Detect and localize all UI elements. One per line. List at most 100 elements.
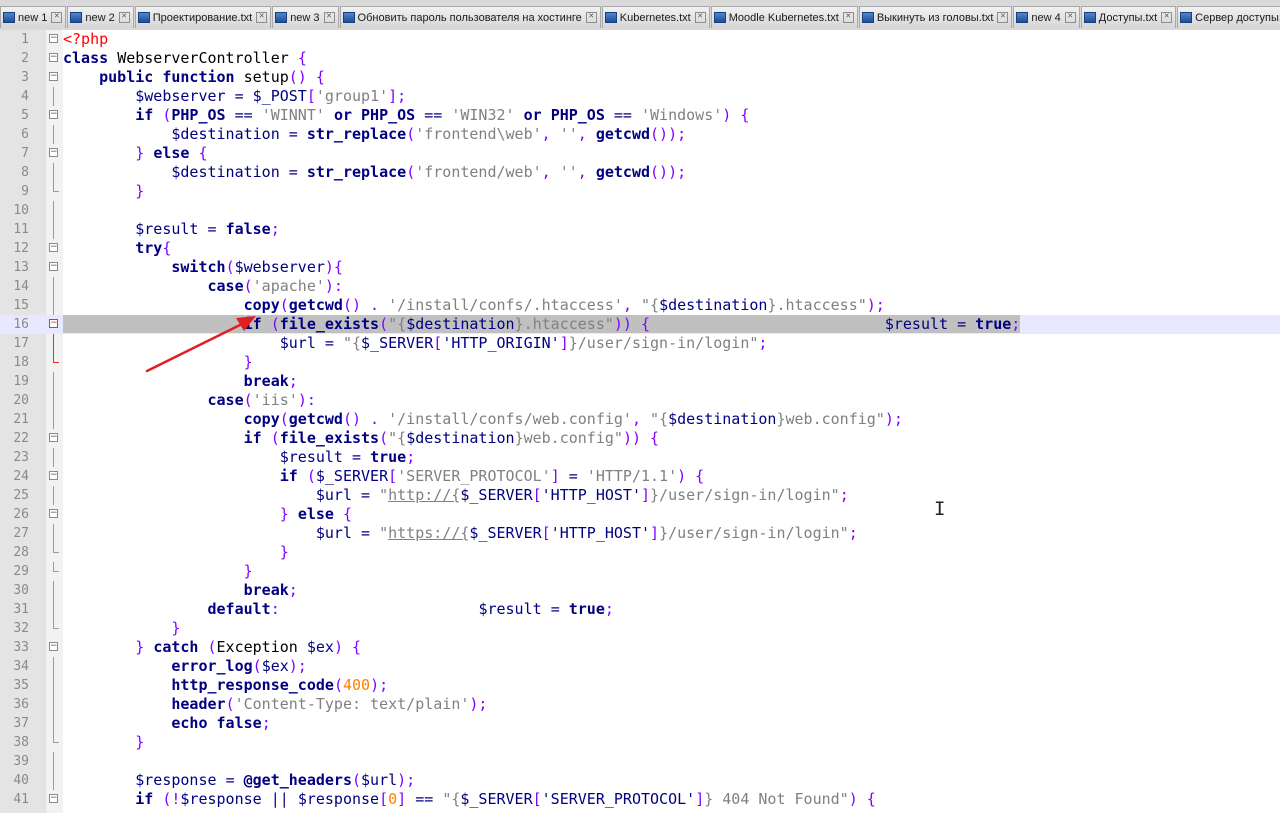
close-icon[interactable]: ✕ [1064,12,1076,23]
code-line[interactable]: 13 − switch($webserver){ [0,258,1280,277]
code-line[interactable]: 14 case('apache'): [0,277,1280,296]
code-line[interactable]: 41− if (!$response || $response[0] == "{… [0,790,1280,809]
fold-toggle-icon[interactable]: − [49,471,58,480]
tab-5[interactable]: Обновить пароль пользователя на хостинге… [339,6,601,28]
code-line[interactable]: 4 $webserver = $_POST['group1']; [0,87,1280,106]
code-editor[interactable]: 1− <?php 2− class WebserverController {3− p… [0,30,1280,813]
close-icon[interactable]: ✕ [842,12,854,23]
code-text: } [63,562,253,581]
code-line[interactable]: 9 } [0,182,1280,201]
code-line[interactable]: 12 − try{ [0,239,1280,258]
code-line[interactable]: 30 break; [0,581,1280,600]
code-text: } [63,182,144,201]
fold-toggle-icon[interactable]: − [49,794,58,803]
close-icon[interactable]: ✕ [323,12,335,23]
code-line[interactable]: 20 case('iis'): [0,391,1280,410]
fold-toggle-icon[interactable]: − [49,433,58,442]
code-line[interactable]: 31 default: $result = true; [0,600,1280,619]
code-line[interactable]: 16− if (file_exists("{$destination}.htac… [0,315,1280,334]
code-token: true [370,448,407,466]
line-number: 2 [21,51,29,66]
fold-toggle-icon[interactable]: − [49,53,58,62]
fold-toggle-icon[interactable]: − [49,243,58,252]
fold-toggle-icon[interactable]: − [49,148,58,157]
code-line[interactable]: 28 } [0,543,1280,562]
fold-toggle-icon[interactable]: − [49,262,58,271]
tab-9[interactable]: new 4 ✕ [1013,6,1080,28]
code-line[interactable]: 29 } [0,562,1280,581]
code-line[interactable]: 27 $url = "https://{$_SERVER['HTTP_HOST'… [0,524,1280,543]
fold-toggle-icon[interactable]: − [49,319,58,328]
close-icon[interactable]: ✕ [585,12,597,23]
code-line[interactable]: 39 [0,752,1280,771]
fold-guide [53,277,54,296]
tab-6[interactable]: Kubernetes.txt ✕ [601,6,710,28]
code-line[interactable]: 24 − if ($_SERVER['SERVER_PROTOCOL'] = 'H… [0,467,1280,486]
tab-3[interactable]: Проектирование.txt ✕ [134,6,272,28]
code-line[interactable]: 7 − } else { [0,144,1280,163]
code-token: ( [352,771,362,789]
code-line[interactable]: 22− if (file_exists("{$destination}web.c… [0,429,1280,448]
close-icon[interactable]: ✕ [694,12,706,23]
tab-4[interactable]: new 3 ✕ [272,6,339,28]
code-line[interactable]: 19 break; [0,372,1280,391]
code-text: } catch (Exception $ex) { [63,638,361,657]
code-line[interactable]: 17 $url = "{$_SERVER['HTTP_ORIGIN']}/use… [0,334,1280,353]
code-line[interactable]: 11 $result = false; [0,220,1280,239]
code-line[interactable]: 23 $result = true; [0,448,1280,467]
tab-7[interactable]: Moodle Kubernetes.txt ✕ [710,6,858,28]
code-line[interactable]: 18 } [0,353,1280,372]
code-token: " [379,486,389,504]
tab-8[interactable]: Выкинуть из головы.txt ✕ [858,6,1013,28]
code-line[interactable]: 26 − } else { [0,505,1280,524]
code-line[interactable]: 40 $response = @get_headers($url); [0,771,1280,790]
close-icon[interactable]: ✕ [118,12,130,23]
code-line[interactable]: 25 $url = "http://{$_SERVER['HTTP_HOST']… [0,486,1280,505]
fold-toggle-icon[interactable]: − [49,509,58,518]
code-line[interactable]: 37 echo false; [0,714,1280,733]
code-line[interactable]: 21 copy(getcwd() . '/install/confs/web.c… [0,410,1280,429]
code-token: , [541,163,560,181]
close-icon[interactable]: ✕ [256,12,268,23]
tab-2[interactable]: new 2 ✕ [67,6,134,28]
close-icon[interactable]: ✕ [1161,12,1173,23]
fold-toggle-icon[interactable]: − [49,642,58,651]
code-token: }/user/sign-in/login" [568,334,759,352]
code-line[interactable]: 15 copy(getcwd() . '/install/confs/.htac… [0,296,1280,315]
tab-1[interactable]: new 1 ✕ [0,6,67,28]
tab-11[interactable]: Сервер доступы.txt✕ [1177,6,1280,28]
code-token: PHP_OS [171,106,235,124]
line-number: 12 [13,241,29,256]
fold-toggle-icon[interactable]: − [49,34,58,43]
code-token: } [135,638,154,656]
code-line[interactable]: 5 − if (PHP_OS == 'WINNT' or PHP_OS == 'W… [0,106,1280,125]
code-token: str_replace [306,163,407,181]
code-line[interactable]: 32 } [0,619,1280,638]
code-token: }web.config" [776,410,885,428]
fold-guide [53,372,54,391]
code-line[interactable]: 35 http_response_code(400); [0,676,1280,695]
code-line[interactable]: 1 − <?php [0,30,1280,49]
code-line[interactable]: 3 − public function setup() { [0,68,1280,87]
code-line[interactable]: 36 header('Content-Type: text/plain'); [0,695,1280,714]
code-token: $response [180,790,271,808]
code-token: ( [406,125,416,143]
code-line[interactable]: 33 − } catch (Exception $ex) { [0,638,1280,657]
close-icon[interactable]: ✕ [997,12,1009,23]
tab-10[interactable]: Доступы.txt ✕ [1080,6,1177,28]
save-file-icon [342,12,355,23]
code-token: 'HTTP/1.1' [586,467,678,485]
close-icon[interactable]: ✕ [51,12,63,23]
code-token: "{ [388,315,407,333]
tab-bar: new 1 ✕ new 2 ✕ Проектирование.txt ✕ new 3 ✕ Обн… [0,0,1280,31]
code-line[interactable]: 6 $destination = str_replace('frontend\w… [0,125,1280,144]
code-line[interactable]: 38 } [0,733,1280,752]
fold-toggle-icon[interactable]: − [49,72,58,81]
code-line[interactable]: 10 [0,201,1280,220]
code-line[interactable]: 34 error_log($ex); [0,657,1280,676]
code-token: 'WINNT' [261,106,334,124]
code-token: if [135,106,163,124]
code-line[interactable]: 2 − class WebserverController { [0,49,1280,68]
fold-toggle-icon[interactable]: − [49,110,58,119]
code-line[interactable]: 8 $destination = str_replace('frontend/w… [0,163,1280,182]
